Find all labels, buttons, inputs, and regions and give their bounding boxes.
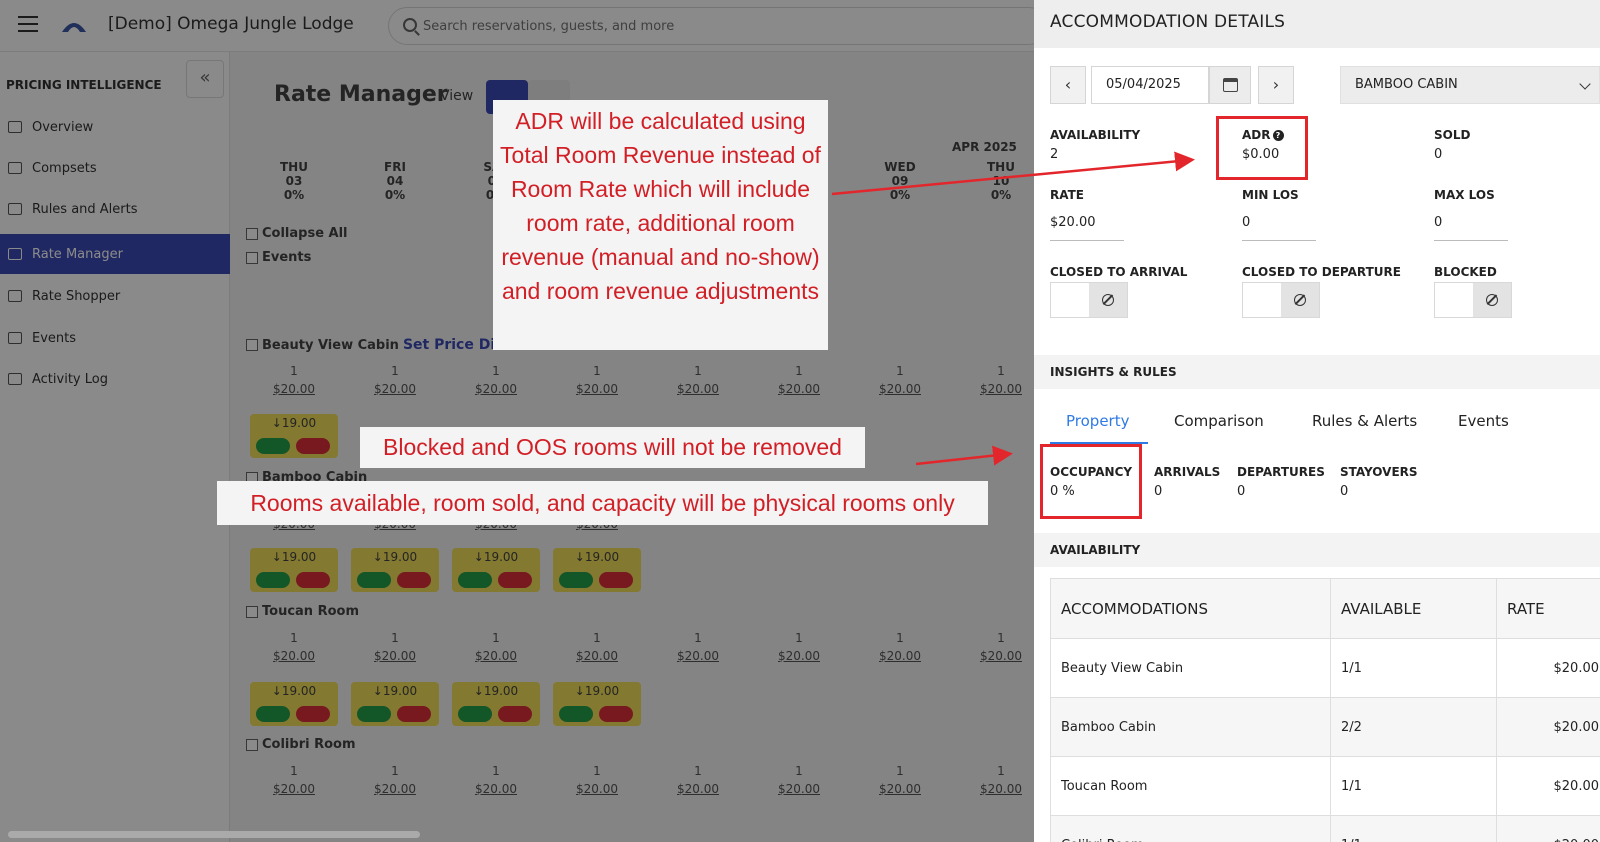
adr-arrow: [831, 151, 1195, 196]
annotation-arrows: [831, 151, 1195, 466]
app: [Demo] Omega Jungle Lodge PRICING INTELL…: [0, 0, 1600, 842]
occupancy-arrow: [915, 445, 1013, 466]
